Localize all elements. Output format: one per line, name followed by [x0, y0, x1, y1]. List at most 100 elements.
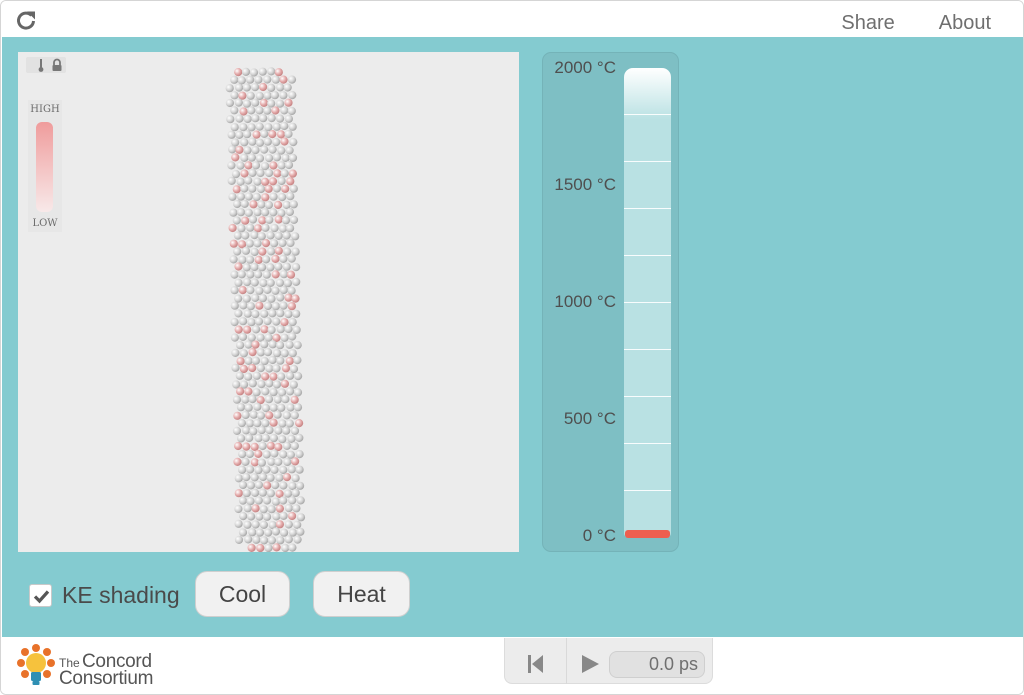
atom	[239, 107, 248, 116]
play-button[interactable]	[568, 638, 608, 684]
share-link[interactable]: Share	[841, 12, 894, 35]
atom	[230, 333, 239, 342]
atom	[286, 270, 296, 279]
atom	[249, 68, 259, 77]
atom	[239, 512, 248, 521]
atom	[265, 411, 274, 420]
atom	[260, 309, 269, 318]
atom	[277, 161, 286, 170]
atom	[233, 231, 242, 240]
atom	[268, 355, 277, 365]
lock-icon[interactable]	[50, 57, 64, 73]
atom	[257, 184, 266, 194]
atom	[227, 130, 236, 139]
atom	[271, 75, 280, 84]
atom	[275, 520, 284, 529]
atom	[269, 418, 278, 427]
atom	[243, 504, 252, 513]
atom	[265, 426, 274, 435]
atom	[253, 239, 262, 248]
atom	[280, 333, 289, 342]
atom	[230, 75, 239, 84]
atom	[281, 153, 290, 163]
atom	[244, 535, 253, 544]
atom	[272, 543, 281, 552]
atom	[296, 513, 306, 522]
atom	[286, 371, 295, 380]
atom	[274, 68, 283, 77]
about-link[interactable]: About	[939, 12, 991, 35]
atom	[248, 184, 257, 193]
atom	[289, 215, 299, 224]
thermometer-tick-label: 2000 °C	[554, 58, 616, 77]
atom	[229, 239, 238, 248]
atom	[232, 185, 241, 194]
concord-logo[interactable]: The Concord Consortium	[15, 642, 175, 690]
atom	[235, 114, 244, 123]
thermometer-icon[interactable]	[35, 57, 47, 73]
atom	[240, 153, 249, 162]
ke-shading-checkbox[interactable]	[29, 584, 52, 607]
atom	[292, 309, 301, 318]
atom	[284, 324, 293, 334]
atom	[268, 309, 277, 318]
atom	[231, 170, 241, 179]
atom	[261, 239, 271, 248]
atom	[234, 535, 244, 544]
reload-icon[interactable]	[15, 10, 37, 32]
atom	[246, 91, 255, 100]
atom	[275, 278, 285, 287]
ke-shading-label[interactable]: KE shading	[62, 582, 180, 609]
atom	[270, 224, 279, 233]
atom	[263, 496, 272, 505]
atom	[272, 512, 281, 521]
atom	[270, 465, 279, 474]
atom	[285, 340, 294, 349]
atom	[240, 138, 249, 147]
atom	[258, 488, 267, 497]
atom	[227, 161, 236, 170]
thermometer-tick-label: 1500 °C	[554, 175, 616, 194]
atom	[275, 473, 284, 482]
atom	[267, 325, 276, 335]
atom	[227, 176, 236, 185]
atom	[263, 301, 273, 311]
atom	[245, 239, 254, 248]
atom	[238, 286, 247, 295]
atom	[252, 388, 261, 397]
molecular-model-view[interactable]: HIGH LOW	[18, 52, 519, 552]
atom	[295, 465, 304, 474]
atom	[264, 200, 273, 210]
atom	[236, 387, 245, 396]
atom	[296, 496, 305, 505]
atom	[269, 388, 278, 397]
atom	[235, 145, 244, 154]
atom	[251, 504, 260, 513]
atom	[261, 433, 270, 443]
atom	[273, 410, 282, 419]
atom	[246, 75, 255, 84]
atom	[288, 318, 297, 327]
atom	[287, 465, 296, 474]
atom	[272, 317, 281, 326]
thermometer-tube	[624, 68, 671, 538]
atom	[284, 160, 294, 170]
atom	[243, 130, 252, 139]
atom	[267, 83, 276, 92]
atom	[292, 263, 301, 272]
atom	[237, 76, 246, 85]
atom	[291, 474, 300, 483]
atom	[284, 129, 293, 139]
atom	[278, 238, 287, 248]
atom	[291, 457, 300, 466]
reset-button[interactable]	[505, 638, 567, 684]
heat-button[interactable]: Heat	[313, 571, 410, 617]
atom	[268, 340, 277, 349]
atom	[274, 200, 283, 210]
atom	[286, 177, 295, 186]
atom	[282, 426, 291, 435]
atom	[235, 83, 244, 92]
cool-button[interactable]: Cool	[195, 571, 290, 617]
atom	[259, 278, 268, 288]
atom	[284, 98, 293, 107]
